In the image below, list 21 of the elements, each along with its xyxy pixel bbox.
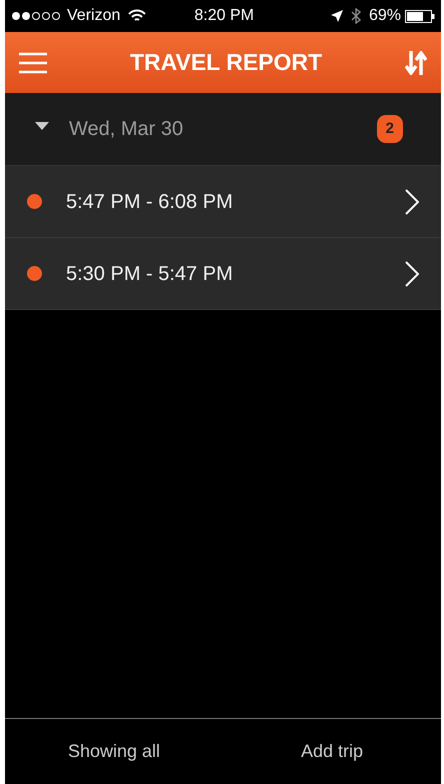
- wifi-icon: [128, 9, 146, 23]
- sort-icon[interactable]: [405, 50, 427, 74]
- bluetooth-icon: [350, 8, 361, 24]
- trip-count: 2: [376, 114, 403, 144]
- chevron-icon: [405, 260, 419, 286]
- date-header: Wed, Mar 30: [69, 117, 184, 142]
- footer-button[interactable]: Showing all: [5, 732, 223, 771]
- location-icon: [330, 10, 343, 22]
- screen-title: TRAVEL REPORT: [128, 48, 324, 78]
- signal-icon: [11, 11, 63, 21]
- footer-button[interactable]: Add trip: [223, 732, 441, 771]
- battery-icon: [405, 10, 435, 22]
- clock-time: 8:20 PM: [194, 6, 254, 26]
- trip-row[interactable]: 5:30 PM - 5:47 PM: [5, 238, 441, 310]
- trip-time: 5:47 PM - 6:08 PM: [66, 190, 234, 214]
- trip-time: 5:30 PM - 5:47 PM: [66, 262, 234, 286]
- battery-percent: 69%: [368, 6, 401, 26]
- menu-icon[interactable]: [19, 52, 47, 74]
- carrier-name: Verizon: [67, 6, 120, 26]
- trip-row[interactable]: 5:47 PM - 6:08 PM: [5, 166, 441, 238]
- chevron-icon: [405, 188, 419, 214]
